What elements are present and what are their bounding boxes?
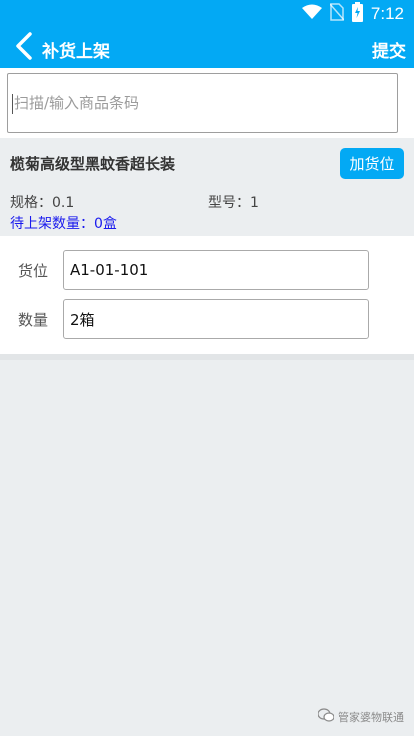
wechat-icon <box>317 708 335 725</box>
app-bar: 补货上架 提交 <box>0 28 414 68</box>
location-input[interactable] <box>64 251 368 289</box>
chevron-left-icon <box>15 32 33 64</box>
text-cursor <box>12 94 13 114</box>
shelving-form: 货位 数量 <box>0 236 414 354</box>
location-label: 货位 <box>18 262 49 280</box>
quantity-field[interactable] <box>63 299 369 339</box>
barcode-input[interactable] <box>8 74 397 132</box>
add-location-button[interactable]: 加货位 <box>340 148 404 179</box>
product-name: 榄菊高级型黑蚊香超长装 <box>10 155 176 173</box>
status-bar: 7:12 <box>0 0 414 28</box>
back-button[interactable] <box>10 32 38 64</box>
page-title: 补货上架 <box>42 42 110 62</box>
no-sim-icon <box>329 3 345 25</box>
quantity-label: 数量 <box>18 311 49 329</box>
barcode-field[interactable] <box>7 73 398 133</box>
location-row: 货位 <box>0 250 414 290</box>
location-field[interactable] <box>63 250 369 290</box>
submit-button[interactable]: 提交 <box>372 37 406 62</box>
status-icons: 7:12 <box>301 2 404 26</box>
product-info: 榄菊高级型黑蚊香超长装 加货位 规格：0.1 型号：1 待上架数量：0盒 <box>0 138 414 236</box>
pending-quantity: 待上架数量：0盒 <box>10 216 117 232</box>
status-time: 7:12 <box>370 4 404 23</box>
wifi-icon <box>301 4 322 24</box>
product-spec: 规格：0.1 <box>10 195 75 211</box>
watermark-text: 管家婆物联通 <box>338 710 404 724</box>
quantity-row: 数量 <box>0 299 414 339</box>
quantity-input[interactable] <box>64 300 368 338</box>
search-section <box>0 68 414 138</box>
product-model: 型号：1 <box>208 195 259 211</box>
battery-charging-icon <box>351 2 363 26</box>
watermark: 管家婆物联通 <box>317 708 404 725</box>
section-divider <box>0 354 414 360</box>
